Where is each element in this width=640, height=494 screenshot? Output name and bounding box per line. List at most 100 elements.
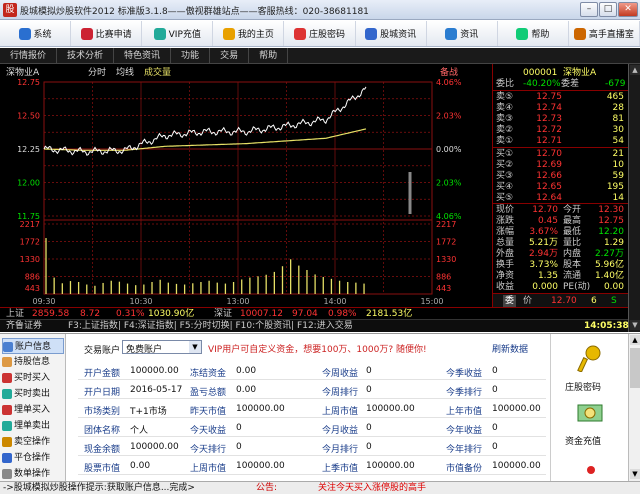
field-label: 开户金额 <box>84 369 121 379</box>
menu-item-2[interactable]: 特色资讯 <box>114 48 172 63</box>
menu-item-0[interactable]: 行情报价 <box>0 48 58 63</box>
toolbar-button-4[interactable]: 庄股密码 <box>284 21 356 46</box>
intraday-chart[interactable]: 深物业A 分时 均线 成交量 备战 12.75 12.50 12.25 12.00 11.75 22… <box>0 64 492 307</box>
nav-item-8[interactable]: 数单操作 <box>2 466 64 482</box>
toolbar-icon <box>445 27 458 40</box>
nav-item-1[interactable]: 持股信息 <box>2 354 64 370</box>
scroll-down-arrow[interactable]: ▼ <box>630 469 640 479</box>
scroll-up-arrow[interactable]: ▲ <box>630 335 640 345</box>
menu-item-3[interactable]: 功能 <box>171 48 211 63</box>
ratio-diff: -679 <box>605 79 626 89</box>
close-button[interactable]: ✕ <box>618 2 638 17</box>
action-recharge[interactable]: 资金充值 <box>559 400 621 450</box>
stock-name-label: 深物业A <box>6 66 40 78</box>
x-tick-label: 10:30 <box>129 297 152 306</box>
y2-tick-label: 886 <box>436 273 451 282</box>
vip-promo[interactable]: VIP用户可自定义资金，想要100万、1000万? 随便你! <box>208 342 427 355</box>
nav-icon <box>2 404 12 415</box>
field-label: 今周排行 <box>322 388 359 398</box>
maximize-button[interactable]: □ <box>599 2 617 17</box>
toolbar-label: VIP充值 <box>168 30 201 40</box>
toolbar-button-2[interactable]: VIP充值 <box>142 21 214 46</box>
toolbar-button-1[interactable]: 比赛申请 <box>71 21 143 46</box>
nav-item-0[interactable]: 账户信息 <box>2 338 64 354</box>
field-label: 开户日期 <box>84 388 121 398</box>
toolbar-button-8[interactable]: 高手直播室 <box>569 21 640 46</box>
nav-icon <box>2 388 12 399</box>
account-select[interactable]: 免费账户 ▼ <box>122 340 202 355</box>
stat-value: 0.00 <box>603 282 624 292</box>
row-divider <box>78 417 546 418</box>
action-panel: 庄股密码 资金充值 <box>550 334 628 482</box>
y2-tick-label: 2.03% <box>436 179 462 188</box>
x-tick-label: 15:00 <box>420 297 443 306</box>
toolbar-button-5[interactable]: 股城资讯 <box>356 21 427 46</box>
nav-item-3[interactable]: 买时卖出 <box>2 386 64 402</box>
field-value: 0 <box>366 385 372 395</box>
field-label: 现金余额 <box>84 445 121 455</box>
scroll-thumb[interactable] <box>630 348 640 388</box>
trade-price-label: 价 <box>523 296 533 306</box>
field-label: 今天排行 <box>190 445 227 455</box>
ratio-label: 委比 <box>496 79 515 89</box>
scroll-down-arrow[interactable]: ▼ <box>630 320 640 330</box>
nav-label: 持股信息 <box>14 357 51 367</box>
divider <box>493 90 629 91</box>
location-pin-icon <box>587 466 595 474</box>
nav-item-6[interactable]: 卖空操作 <box>2 434 64 450</box>
y-tick-label: 886 <box>25 273 40 282</box>
toolbar-label: 帮助 <box>531 30 550 40</box>
nav-label: 卖空操作 <box>14 437 51 447</box>
action-zhuang-code[interactable]: 庄股密码 <box>559 344 621 393</box>
menu-item-5[interactable]: 帮助 <box>249 48 289 63</box>
account-scrollbar[interactable]: ▲ ▼ <box>628 334 640 482</box>
toolbar-label: 我的主页 <box>237 30 274 40</box>
toolbar-icon <box>365 27 378 40</box>
chart-scrollbar[interactable]: ▲ ▼ <box>628 64 640 332</box>
y2-tick-label: 2217 <box>436 220 456 229</box>
account-pane: 账户信息 持股信息 买时买入 买时卖出 埋单买入 埋单卖出 卖空操作 平仓操作 数单操作 交易账… <box>0 333 640 482</box>
field-value: 100000.00 <box>130 366 179 376</box>
y-tick-label: 2217 <box>20 220 40 229</box>
nav-item-4[interactable]: 埋单买入 <box>2 402 64 418</box>
clock: 14:05:38 <box>584 321 629 331</box>
toolbar-icon <box>153 27 166 40</box>
field-value: 100000.00 <box>366 461 415 471</box>
nav-label: 账户信息 <box>15 342 52 352</box>
stat-value: 0.000 <box>532 282 558 292</box>
toolbar-button-7[interactable]: 帮助 <box>498 21 569 46</box>
toolbar-icon <box>516 27 529 40</box>
row-divider <box>78 436 546 437</box>
minimize-button[interactable]: – <box>580 2 598 17</box>
toolbar-button-0[interactable]: 系统 <box>0 21 72 46</box>
key-icon <box>577 345 601 372</box>
scroll-up-arrow[interactable]: ▲ <box>630 65 640 75</box>
field-label: 市值备份 <box>446 464 483 474</box>
shortcut-hints: F3:上证指数| F4:深证指数| F5:分时切换| F10:个股资讯| F12… <box>68 321 353 331</box>
refresh-link[interactable]: 刷新数据 <box>492 342 528 355</box>
y-tick-label: 12.75 <box>17 78 40 87</box>
field-label: 上季市值 <box>322 464 359 474</box>
title-bar: 股 股城模拟炒股软件2012 标准版3.1.8——傲视群雄站点——客服热线：02… <box>0 0 640 20</box>
nav-item-5[interactable]: 埋单卖出 <box>2 418 64 434</box>
menu-item-4[interactable]: 交易 <box>210 48 250 63</box>
ask-volume: 54 <box>612 136 624 146</box>
nav-label: 埋单卖出 <box>14 421 51 431</box>
x-tick-label: 13:00 <box>226 297 249 306</box>
field-label: 今月排行 <box>322 445 359 455</box>
chart-tab: 分时 <box>88 66 106 78</box>
main-toolbar: 系统 比赛申请 VIP充值 我的主页 庄股密码 股城资讯 资讯 帮助 高手直播室 <box>0 21 640 47</box>
field-value: 0 <box>366 366 372 376</box>
nav-item-2[interactable]: 买时买入 <box>2 370 64 386</box>
nav-icon <box>2 436 12 447</box>
menu-item-1[interactable]: 技术分析 <box>57 48 115 63</box>
nav-item-7[interactable]: 平仓操作 <box>2 450 64 466</box>
notice-text[interactable]: 关注今天买入涨停股的高手 <box>318 482 426 494</box>
toolbar-button-3[interactable]: 我的主页 <box>213 21 285 46</box>
chevron-down-icon[interactable]: ▼ <box>189 341 201 353</box>
field-label: 今周收益 <box>322 369 359 379</box>
toolbar-button-6[interactable]: 资讯 <box>427 21 498 46</box>
trade-side: S <box>611 296 617 306</box>
y-tick-label: 12.00 <box>17 179 40 188</box>
action-zhuang-label: 庄股密码 <box>565 383 602 393</box>
